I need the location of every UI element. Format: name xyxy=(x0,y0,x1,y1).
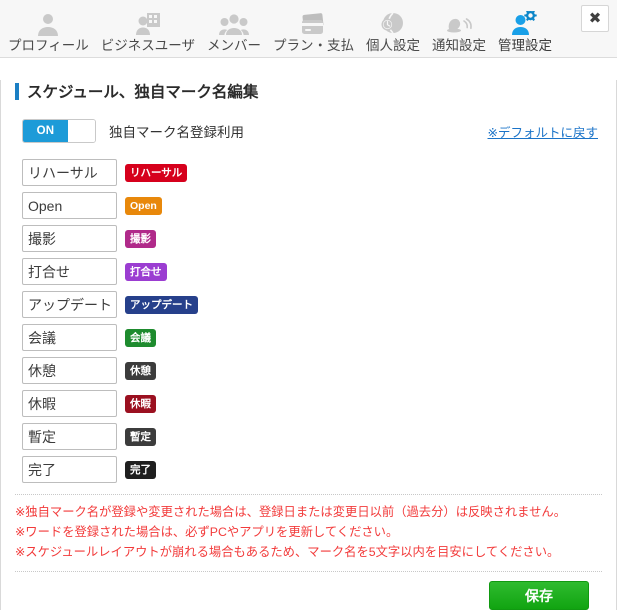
mark-name-input[interactable] xyxy=(22,390,117,417)
mark-row: 暫定 xyxy=(22,420,616,453)
custom-mark-toggle-row: ON 独自マーク名登録利用 ※デフォルトに戻す xyxy=(22,119,616,143)
close-button[interactable]: ✖ xyxy=(581,5,609,32)
tab-label: プラン・支払 xyxy=(272,38,354,53)
page-title: スケジュール、独自マーク名編集 xyxy=(15,80,616,102)
user-gear-icon xyxy=(511,7,539,37)
mark-name-input[interactable] xyxy=(22,159,117,186)
notes-divider xyxy=(15,494,602,495)
mark-row: 打合せ xyxy=(22,255,616,288)
note-line: ※スケジュールレイアウトが崩れる場合もあるため、マーク名を5文字以内を目安にして… xyxy=(15,545,560,559)
globe-clock-icon xyxy=(379,7,406,37)
mark-row: 会議 xyxy=(22,321,616,354)
group-icon xyxy=(218,7,249,37)
mark-row: 撮影 xyxy=(22,222,616,255)
mark-preview-badge: Open xyxy=(125,196,162,215)
tab-5[interactable]: 個人設定 xyxy=(360,0,426,58)
mark-preview-badge: 暫定 xyxy=(125,427,156,446)
mark-row: 完了 xyxy=(22,453,616,486)
tab-label: 通知設定 xyxy=(431,38,486,53)
tab-list: プロフィール ビジネスユーザ メンバー プラン・支払 個人設定 通知設定 管理設定 xyxy=(0,0,617,58)
tab-6[interactable]: 通知設定 xyxy=(426,0,492,58)
mark-row: 休暇 xyxy=(22,387,616,420)
mark-preview-badge: 撮影 xyxy=(125,229,156,248)
tab-label: メンバー xyxy=(206,38,261,53)
mark-name-input[interactable] xyxy=(22,357,117,384)
person-icon xyxy=(35,7,61,37)
mark-name-input[interactable] xyxy=(22,456,117,483)
toggle-knob xyxy=(68,120,95,142)
tab-2[interactable]: ビジネスユーザ xyxy=(95,0,201,58)
mark-name-input[interactable] xyxy=(22,324,117,351)
mark-preview-badge: アップデート xyxy=(125,295,198,314)
mark-name-input[interactable] xyxy=(22,423,117,450)
tab-4[interactable]: プラン・支払 xyxy=(267,0,360,58)
bell-icon xyxy=(444,7,474,37)
mark-preview-badge: 休暇 xyxy=(125,394,156,413)
notes-block: ※独自マーク名が登録や変更された場合は、登録日または変更日以前（過去分）は反映さ… xyxy=(15,502,616,562)
mark-name-input[interactable] xyxy=(22,192,117,219)
tab-3[interactable]: メンバー xyxy=(201,0,267,58)
panel-footer: 保存 xyxy=(1,571,616,610)
title-accent-bar xyxy=(15,82,19,100)
mark-name-list: リハーサル Open 撮影打合せアップデート会議休憩休暇暫定完了 xyxy=(22,156,616,486)
reset-to-default-link[interactable]: ※デフォルトに戻す xyxy=(488,122,598,141)
mark-row: アップデート xyxy=(22,288,616,321)
mark-preview-badge: リハーサル xyxy=(125,163,188,182)
settings-tab-bar: プロフィール ビジネスユーザ メンバー プラン・支払 個人設定 通知設定 管理設定 ✖ xyxy=(0,0,617,58)
save-button-wrap: 保存 xyxy=(1,572,616,610)
mark-preview-badge: 休憩 xyxy=(125,361,156,380)
mark-preview-badge: 完了 xyxy=(125,460,156,479)
mark-row: リハーサル xyxy=(22,156,616,189)
page-title-text: スケジュール、独自マーク名編集 xyxy=(27,84,259,101)
tab-1[interactable]: プロフィール xyxy=(2,0,95,58)
credit-card-icon xyxy=(299,7,327,37)
custom-mark-toggle-label: 独自マーク名登録利用 xyxy=(109,125,244,140)
note-line: ※ワードを登録された場合は、必ずPCやアプリを更新してください。 xyxy=(15,525,399,539)
mark-preview-badge: 打合せ xyxy=(125,262,167,281)
tab-7[interactable]: 管理設定 xyxy=(492,0,558,58)
tab-label: 個人設定 xyxy=(365,38,420,53)
mark-name-input[interactable] xyxy=(22,225,117,252)
mark-row: Open xyxy=(22,189,616,222)
mark-row: 休憩 xyxy=(22,354,616,387)
tab-label: ビジネスユーザ xyxy=(100,38,195,53)
note-line: ※独自マーク名が登録や変更された場合は、登録日または変更日以前（過去分）は反映さ… xyxy=(15,505,566,519)
tab-label: プロフィール xyxy=(8,38,89,53)
tab-label: 管理設定 xyxy=(497,38,552,53)
building-user-icon xyxy=(134,7,162,37)
mark-preview-badge: 会議 xyxy=(125,328,156,347)
toggle-on-label: ON xyxy=(23,120,68,142)
admin-settings-panel: スケジュール、独自マーク名編集 ON 独自マーク名登録利用 ※デフォルトに戻す … xyxy=(0,80,617,610)
save-button[interactable]: 保存 xyxy=(489,581,589,610)
mark-name-input[interactable] xyxy=(22,258,117,285)
custom-mark-toggle[interactable]: ON xyxy=(22,119,96,143)
mark-name-input[interactable] xyxy=(22,291,117,318)
